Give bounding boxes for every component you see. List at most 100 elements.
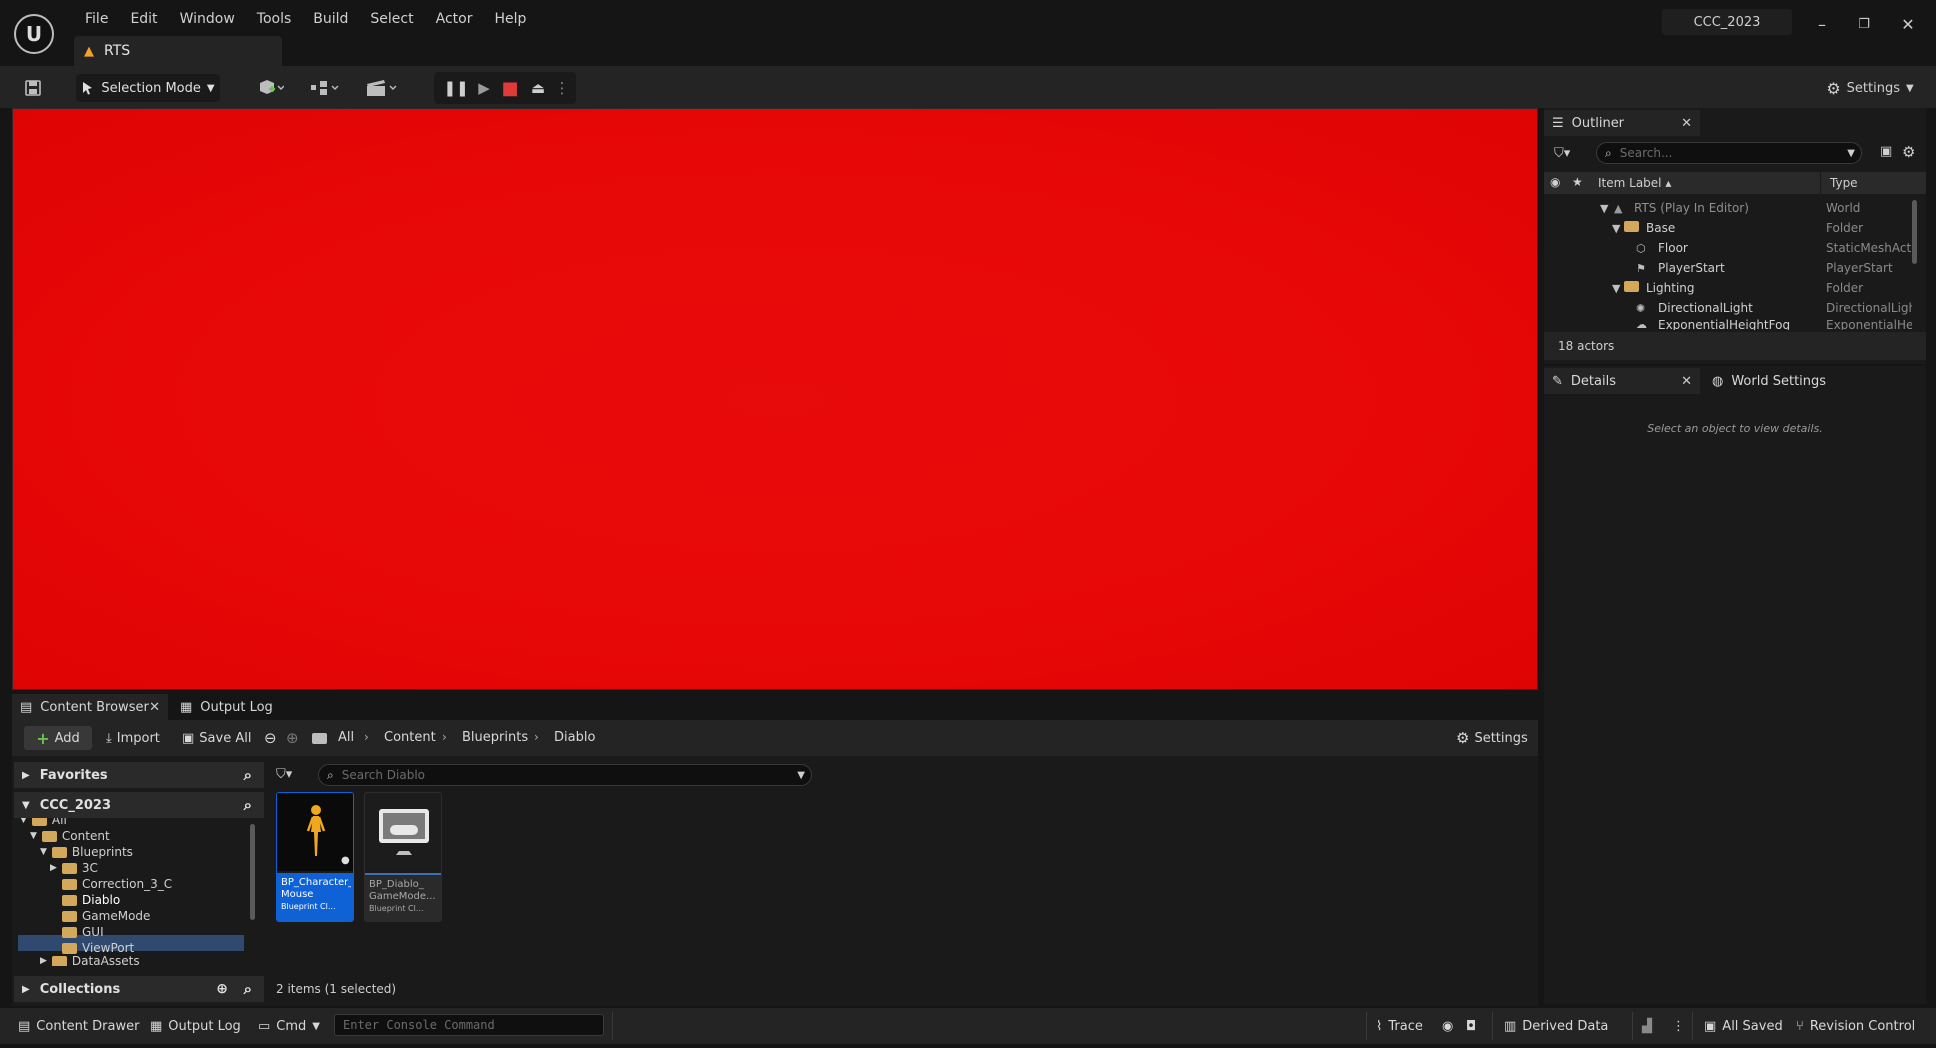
screenshot-button[interactable]: ◘ bbox=[1466, 1016, 1476, 1036]
restore-button[interactable]: ❐ bbox=[1848, 12, 1880, 36]
row-label: Base bbox=[1646, 221, 1676, 235]
type-column[interactable]: Type bbox=[1830, 176, 1858, 190]
outliner-row[interactable]: ⚑ PlayerStart PlayerStart bbox=[1544, 258, 1919, 278]
console-input[interactable] bbox=[343, 1018, 603, 1032]
breadcrumb-blueprints[interactable]: Blueprints bbox=[462, 730, 528, 745]
menu-select[interactable]: Select bbox=[359, 9, 424, 29]
outliner-row[interactable]: ✺ DirectionalLight DirectionalLight bbox=[1544, 298, 1919, 318]
close-icon[interactable]: ✕ bbox=[1681, 374, 1692, 389]
content-browser-settings-button[interactable]: ⚙ Settings bbox=[1456, 726, 1528, 750]
outliner-row[interactable]: ▼ ▲ RTS (Play In Editor) World bbox=[1544, 198, 1919, 218]
all-saved-button[interactable]: ▣ All Saved bbox=[1704, 1016, 1783, 1036]
filter-button[interactable]: ⛉▾ bbox=[276, 767, 292, 782]
tab-details[interactable]: ✎ Details ✕ bbox=[1544, 368, 1700, 394]
add-collection-icon[interactable]: ⊕ bbox=[216, 981, 228, 997]
tab-output-log[interactable]: ▦ Output Log bbox=[172, 694, 292, 720]
tab-content-browser[interactable]: ▤ Content Browser ✕ bbox=[12, 694, 168, 720]
folder-3c[interactable]: ▶ 3C bbox=[50, 860, 98, 876]
folder-gamemode[interactable]: GameMode bbox=[62, 908, 150, 924]
menu-build[interactable]: Build bbox=[302, 9, 359, 29]
menu-window[interactable]: Window bbox=[169, 9, 246, 29]
blueprint-button[interactable] bbox=[304, 74, 346, 102]
back-button[interactable]: ⊖ bbox=[264, 726, 277, 750]
save-all-button[interactable]: ▣ Save All bbox=[182, 726, 251, 750]
settings-button[interactable]: ⚙ Settings ▼ bbox=[1820, 74, 1920, 102]
trace-button[interactable]: ⌇ Trace bbox=[1376, 1016, 1423, 1036]
outliner-row[interactable]: ▼ Base Folder bbox=[1544, 218, 1919, 238]
close-icon[interactable]: ✕ bbox=[149, 700, 160, 715]
add-folder-icon[interactable]: ▣ bbox=[1880, 144, 1892, 159]
search-icon[interactable]: ⌕ bbox=[244, 766, 252, 784]
folder-correction[interactable]: Correction_3_C bbox=[62, 876, 172, 892]
step-frame-button[interactable]: ▶ bbox=[472, 76, 496, 100]
level-viewport[interactable] bbox=[12, 108, 1538, 690]
minimize-button[interactable]: – bbox=[1806, 12, 1838, 36]
play-options-button[interactable]: ⋮ bbox=[550, 76, 574, 100]
folder-diablo[interactable]: Diablo bbox=[62, 892, 120, 908]
outliner-row[interactable]: ⬡ Floor StaticMeshActor bbox=[1544, 238, 1919, 258]
star-icon[interactable]: ★ bbox=[1572, 175, 1583, 189]
close-icon[interactable]: ✕ bbox=[1681, 116, 1692, 131]
stop-button[interactable]: ■ bbox=[498, 76, 522, 100]
collections-header[interactable]: ▶ Collections ⊕ ⌕ bbox=[14, 976, 264, 1002]
outliner-row[interactable]: ▼ Lighting Folder bbox=[1544, 278, 1919, 298]
folder-content[interactable]: ▼ Content bbox=[30, 828, 110, 844]
close-window-button[interactable]: ✕ bbox=[1892, 12, 1924, 36]
import-button[interactable]: ⤓ Import bbox=[106, 726, 160, 750]
menu-actor[interactable]: Actor bbox=[425, 9, 484, 29]
outliner-row[interactable]: ☁ ExponentialHeightFog ExponentialHeight… bbox=[1544, 316, 1919, 330]
unreal-logo[interactable]: U bbox=[14, 14, 54, 54]
menu-file[interactable]: File bbox=[74, 9, 119, 29]
output-log-button[interactable]: ▦ Output Log bbox=[150, 1016, 241, 1036]
search-icon[interactable]: ⌕ bbox=[244, 796, 252, 814]
menu-edit[interactable]: Edit bbox=[119, 9, 168, 29]
eye-icon[interactable]: ◉ bbox=[1550, 175, 1560, 189]
breadcrumb-content[interactable]: Content bbox=[384, 730, 436, 745]
outliner-scrollbar[interactable] bbox=[1912, 200, 1917, 264]
outliner-search[interactable]: ⌕ ▼ bbox=[1596, 142, 1862, 164]
folder-icon bbox=[1624, 281, 1639, 295]
derived-data-button[interactable]: ▥ Derived Data bbox=[1504, 1016, 1608, 1036]
forward-button[interactable]: ⊕ bbox=[286, 726, 299, 750]
folder-blueprints[interactable]: ▼ Blueprints bbox=[40, 844, 133, 860]
selection-mode-dropdown[interactable]: Selection Mode ▼ bbox=[76, 74, 220, 102]
revision-control-button[interactable]: ⑂ Revision Control bbox=[1796, 1016, 1915, 1036]
menu-tools[interactable]: Tools bbox=[246, 9, 303, 29]
content-drawer-button[interactable]: ▤ Content Drawer bbox=[18, 1016, 139, 1036]
search-icon[interactable]: ⌕ bbox=[244, 980, 252, 998]
outliner-search-input[interactable] bbox=[1619, 146, 1840, 160]
source-control-graph-button[interactable]: ▟ bbox=[1642, 1016, 1652, 1036]
favorites-header[interactable]: ▶ Favorites ⌕ bbox=[14, 762, 264, 788]
gear-icon[interactable]: ⚙ bbox=[1902, 143, 1915, 161]
pause-button[interactable]: ❚❚ bbox=[443, 76, 468, 100]
folder-dataassets[interactable]: ▶ DataAssets bbox=[40, 956, 140, 966]
filter-button[interactable]: ⛉▾ bbox=[1554, 146, 1570, 161]
chevron-right-icon: ▶ bbox=[22, 983, 30, 995]
console-field[interactable] bbox=[334, 1014, 604, 1036]
asset-search-input[interactable] bbox=[341, 768, 790, 782]
breadcrumb-all[interactable]: All bbox=[338, 730, 354, 745]
quick-add-button[interactable] bbox=[250, 74, 292, 102]
menu-help[interactable]: Help bbox=[483, 9, 537, 29]
folder-tree-scrollbar[interactable] bbox=[250, 824, 255, 920]
asset-tile-bp-character-mouse[interactable]: ● BP_Character_ Mouse Blueprint Cl... bbox=[276, 792, 354, 922]
cinematics-button[interactable] bbox=[360, 74, 404, 102]
eject-button[interactable]: ⏏ bbox=[526, 76, 550, 100]
add-button[interactable]: + Add bbox=[24, 726, 92, 750]
tab-outliner[interactable]: ☰ Outliner ✕ bbox=[1544, 110, 1700, 136]
folder-viewport[interactable]: ViewPort bbox=[62, 940, 134, 956]
breadcrumb-diablo[interactable]: Diablo bbox=[554, 730, 595, 745]
favorites-label: Favorites bbox=[39, 767, 108, 783]
save-current-button[interactable] bbox=[18, 74, 48, 102]
cmd-dropdown[interactable]: ▭ Cmd ▼ bbox=[258, 1016, 320, 1036]
record-button[interactable]: ◉ bbox=[1442, 1016, 1453, 1036]
tab-world-settings[interactable]: ◍ World Settings bbox=[1704, 368, 1864, 394]
level-tab[interactable]: ▲ RTS bbox=[74, 36, 282, 66]
folder-all[interactable]: ▼ All bbox=[20, 818, 67, 828]
asset-search[interactable]: ⌕ ▼ bbox=[318, 764, 812, 786]
asset-tile-bp-diablo-gamemode[interactable]: BP_Diablo_ GameMode... Blueprint Cl... bbox=[364, 792, 442, 922]
item-label-column[interactable]: Item Label ▴ bbox=[1598, 176, 1671, 190]
project-header[interactable]: ▼ CCC_2023 ⌕ bbox=[14, 792, 264, 818]
folder-gui[interactable]: GUI bbox=[62, 924, 104, 940]
more-button[interactable]: ⋮ bbox=[1672, 1016, 1685, 1036]
